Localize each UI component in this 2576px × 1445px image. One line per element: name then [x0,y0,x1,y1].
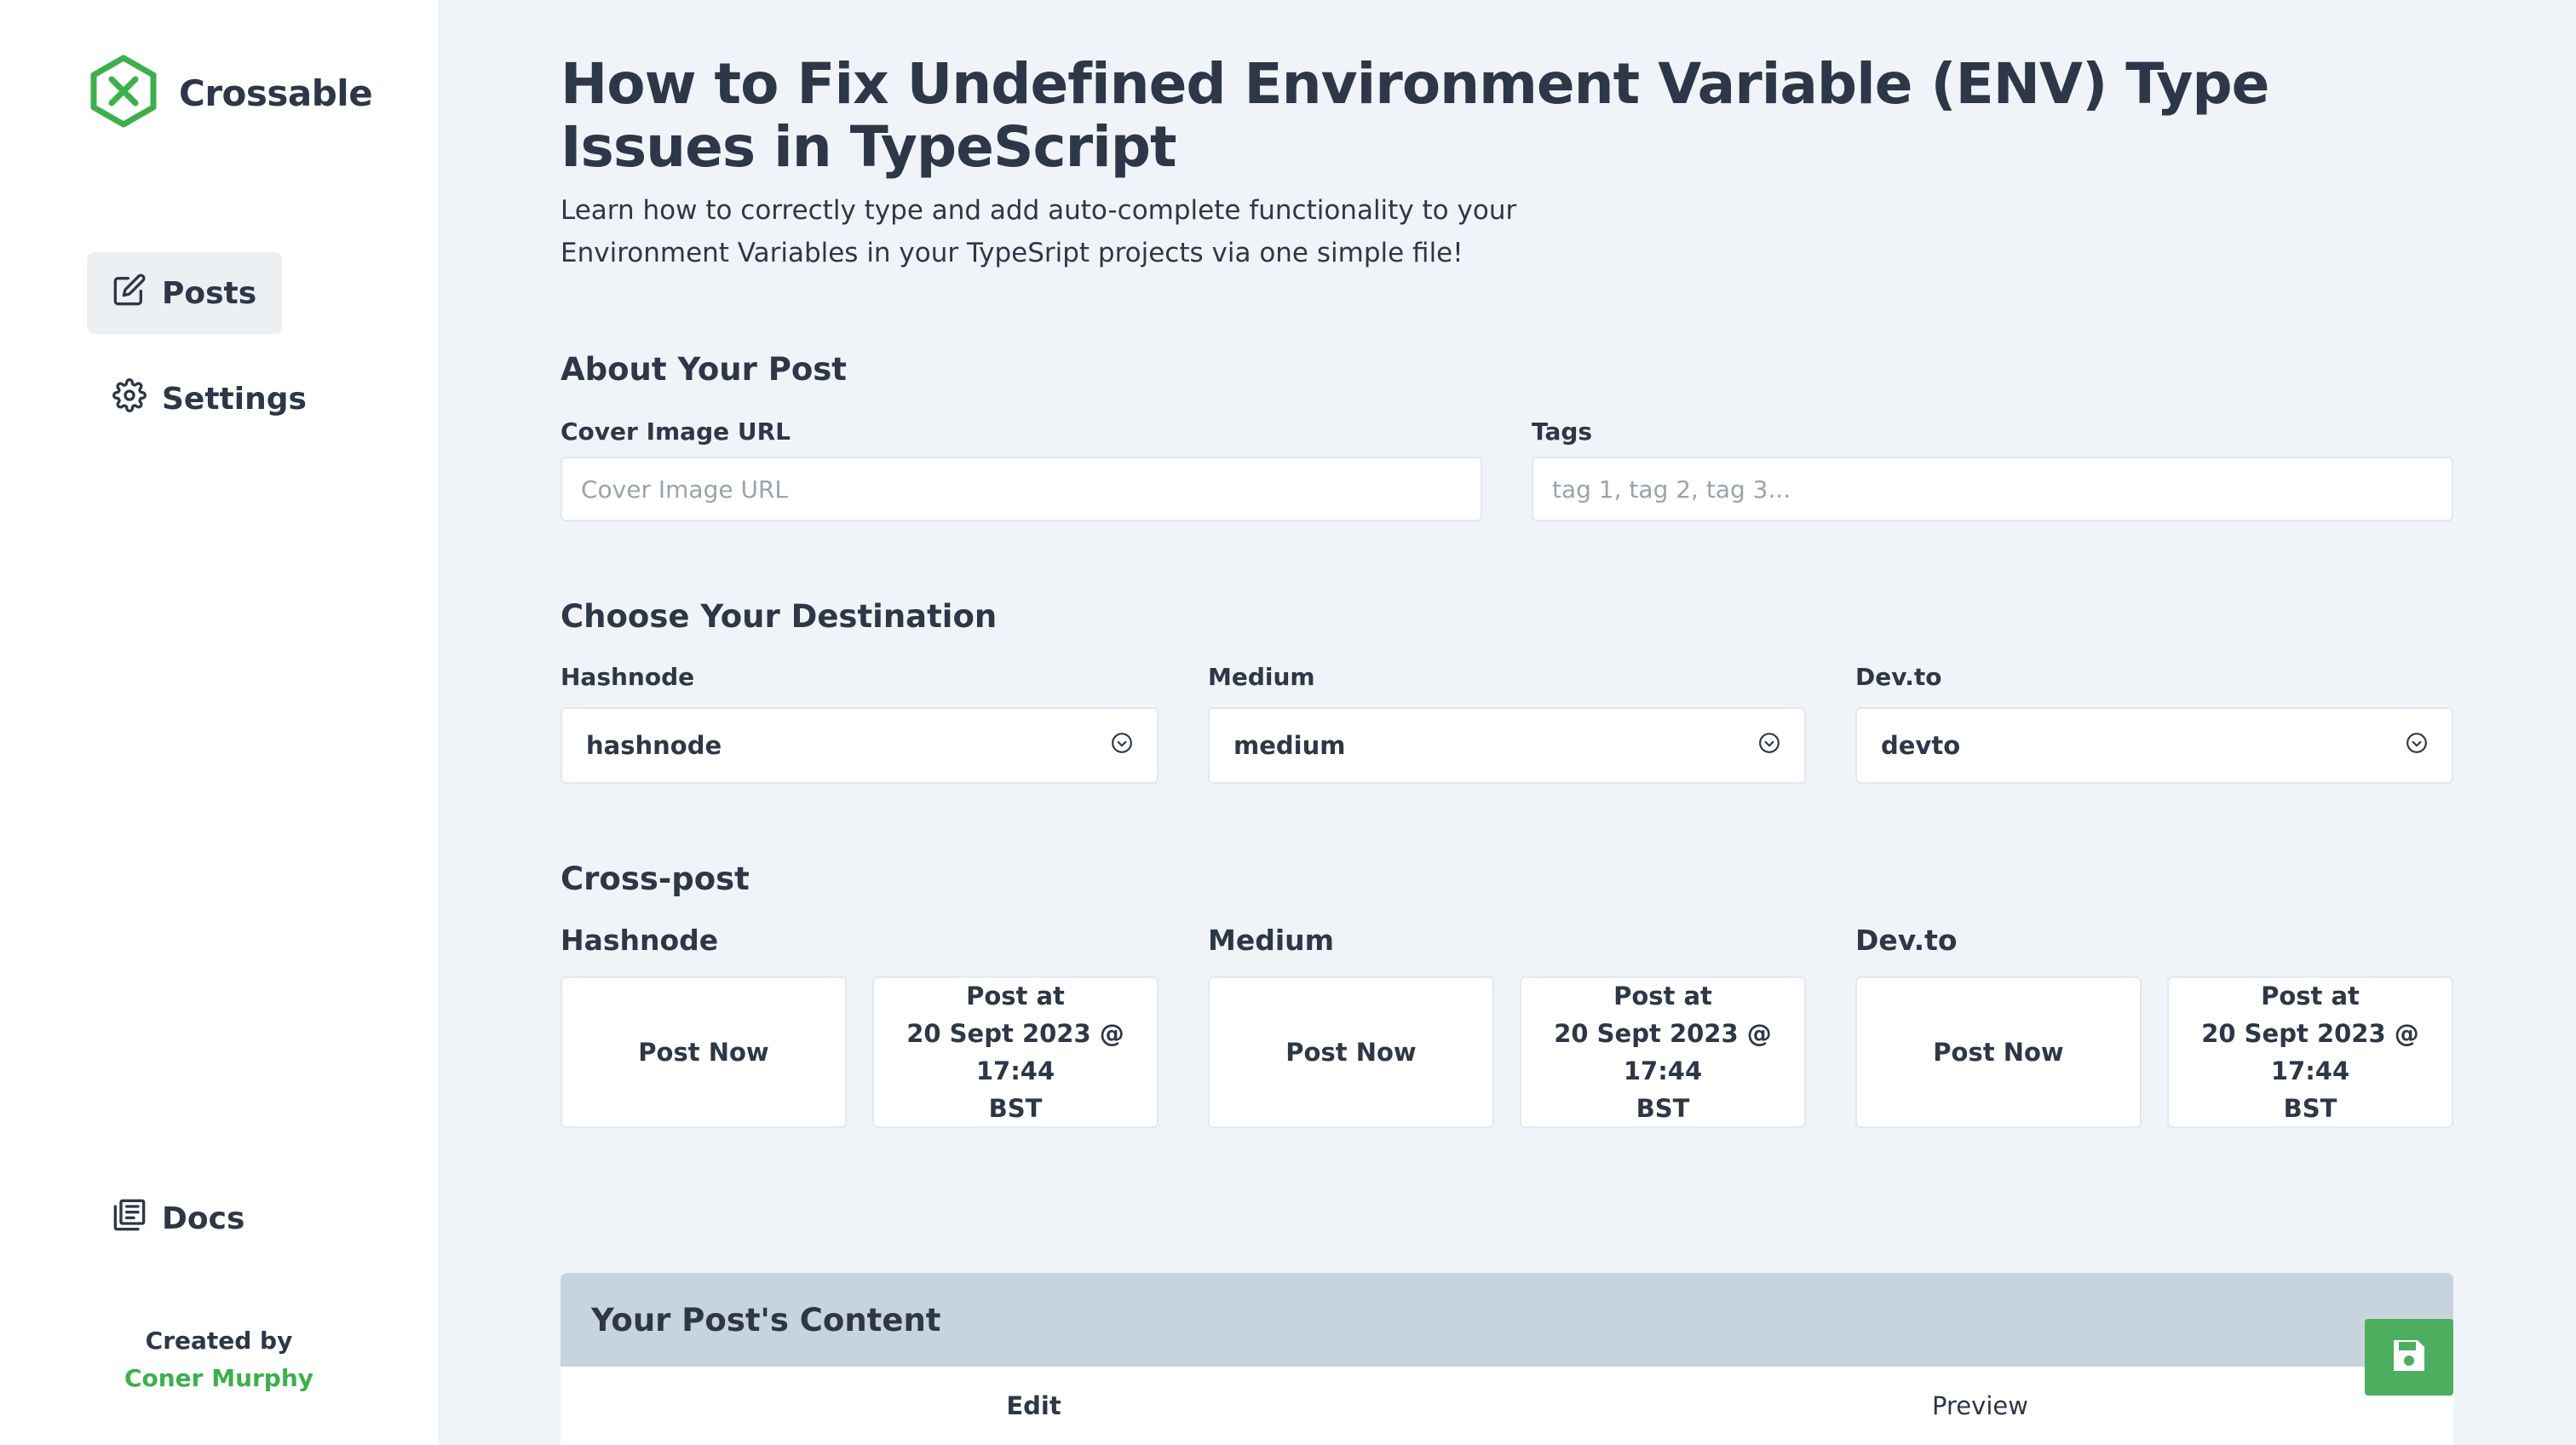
scheduled-time: 20 Sept 2023 @ 17:44 [906,1019,1124,1085]
destination-heading: Choose Your Destination [561,598,998,635]
crosspost-label-devto: Dev.to [1855,924,1958,957]
sidebar-item-docs[interactable]: Docs [87,1177,270,1259]
floppy-disk-icon [2389,1335,2429,1379]
medium-post-now-button[interactable]: Post Now [1208,976,1494,1128]
crosspost-label-hashnode: Hashnode [561,924,719,957]
cover-image-input[interactable] [561,457,1482,521]
tags-input[interactable] [1532,457,2453,521]
hashnode-post-now-button[interactable]: Post Now [561,976,847,1128]
save-button[interactable] [2365,1319,2453,1396]
content-panel: Your Post's Content Edit Preview [561,1273,2453,1445]
button-label: Post at [1613,982,1712,1010]
post-subtitle: Learn how to correctly type and add auto… [561,195,1517,268]
scheduled-time: 20 Sept 2023 @ 17:44 [1554,1019,1772,1085]
button-label: Post at [966,982,1065,1010]
gear-icon [112,377,162,420]
brand[interactable]: Crossable [89,55,373,131]
crossable-logo-icon [89,55,158,131]
cover-image-label: Cover Image URL [561,417,791,446]
hashnode-post-at-button[interactable]: Post at 20 Sept 2023 @ 17:44 BST [872,976,1159,1128]
brand-name: Crossable [179,72,373,114]
button-label: Post at [2261,982,2360,1010]
sidebar-item-label: Docs [162,1200,245,1236]
crosspost-label-medium: Medium [1208,924,1335,957]
chevron-circle-down-icon [1111,731,1133,760]
about-heading: About Your Post [561,351,847,388]
edit-icon [112,273,162,314]
button-label: Post Now [1285,1038,1417,1067]
button-label: Post Now [1933,1038,2064,1067]
post-title: How to Fix Undefined Environment Variabl… [561,51,2269,180]
credit: Created by Coner Murphy [0,1322,438,1397]
chevron-circle-down-icon [1758,731,1780,760]
sidebar-item-label: Posts [162,275,257,311]
docs-icon [112,1198,162,1240]
timezone: BST [988,1094,1043,1123]
tab-edit[interactable]: Edit [561,1367,1507,1445]
tags-label: Tags [1532,417,1593,446]
sidebar: Crossable Posts Settings Docs Created by… [0,0,438,1445]
sidebar-item-posts[interactable]: Posts [87,252,283,334]
devto-select[interactable]: devto [1855,707,2453,784]
devto-post-at-button[interactable]: Post at 20 Sept 2023 @ 17:44 BST [2167,976,2453,1128]
select-value: medium [1233,731,1346,760]
destination-label-hashnode: Hashnode [561,663,695,691]
crosspost-heading: Cross-post [561,861,750,897]
timezone: BST [2283,1094,2337,1123]
chevron-circle-down-icon [2406,731,2428,760]
medium-post-at-button[interactable]: Post at 20 Sept 2023 @ 17:44 BST [1520,976,1806,1128]
credit-label: Created by [145,1327,293,1355]
tab-preview[interactable]: Preview [1507,1367,2453,1445]
medium-select[interactable]: medium [1208,707,1806,784]
sidebar-item-label: Settings [162,381,307,417]
timezone: BST [1636,1094,1690,1123]
destination-label-devto: Dev.to [1855,663,1942,691]
author-link[interactable]: Coner Murphy [0,1360,438,1397]
devto-post-now-button[interactable]: Post Now [1855,976,2142,1128]
destination-label-medium: Medium [1208,663,1315,691]
content-heading: Your Post's Content [561,1273,2453,1367]
content-tabs: Edit Preview [561,1367,2453,1445]
sidebar-item-settings[interactable]: Settings [87,358,332,440]
select-value: devto [1881,731,1961,760]
scheduled-time: 20 Sept 2023 @ 17:44 [2201,1019,2419,1085]
select-value: hashnode [586,731,722,760]
button-label: Post Now [638,1038,769,1067]
hashnode-select[interactable]: hashnode [561,707,1159,784]
